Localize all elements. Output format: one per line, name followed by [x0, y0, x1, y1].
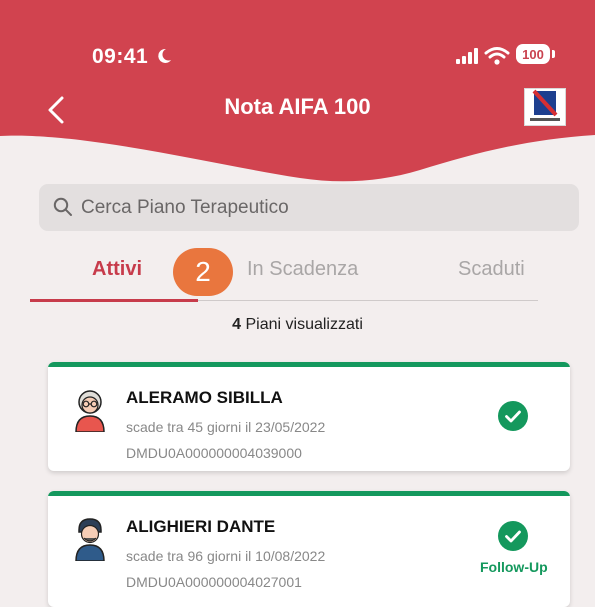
region-crest-icon [530, 89, 560, 121]
battery-indicator: 100 [516, 44, 550, 64]
tab-scaduti[interactable]: Scaduti [458, 258, 525, 281]
search-input[interactable] [81, 184, 561, 231]
plan-code: DMDU0A000000004027001 [126, 574, 302, 590]
tab-in-scadenza[interactable]: In Scadenza [247, 258, 358, 281]
plan-card[interactable]: ALERAMO SIBILLA scade tra 45 giorni il 2… [48, 362, 570, 471]
battery-nub [552, 50, 555, 58]
step-badge: 2 [173, 248, 233, 296]
plan-card[interactable]: ALIGHIERI DANTE scade tra 96 giorni il 1… [48, 491, 570, 607]
region-logo [524, 88, 566, 126]
check-icon [498, 521, 528, 551]
card-status-bar [48, 491, 570, 496]
tab-attivi[interactable]: Attivi [92, 258, 142, 281]
elderly-woman-avatar-icon [75, 390, 105, 432]
check-icon [498, 401, 528, 431]
search-icon [53, 197, 72, 216]
patient-name: ALERAMO SIBILLA [126, 388, 283, 407]
tab-active-indicator [30, 299, 198, 302]
plan-expiry: scade tra 45 giorni il 23/05/2022 [126, 419, 326, 435]
header: 09:41 100 Nota AIFA 100 [0, 0, 595, 190]
plans-count: 4 [232, 316, 242, 333]
follow-up-tag: Follow-Up [480, 559, 548, 575]
signal-icon [456, 48, 478, 64]
plans-summary: 4 Piani visualizzati [0, 316, 595, 334]
search-bar[interactable] [39, 184, 579, 231]
plan-expiry: scade tra 96 giorni il 10/08/2022 [126, 548, 326, 564]
wifi-icon [484, 47, 510, 65]
plan-code: DMDU0A000000004039000 [126, 445, 302, 461]
app-screen: 09:41 100 Nota AIFA 100 Cerca Piano Tera… [0, 0, 595, 607]
plans-summary-label: Piani visualizzati [245, 316, 363, 333]
moon-icon [158, 48, 171, 63]
man-avatar-icon [75, 518, 105, 561]
page-title: Nota AIFA 100 [224, 94, 371, 119]
patient-name: ALIGHIERI DANTE [126, 517, 276, 536]
status-time: 09:41 [92, 45, 149, 68]
card-status-bar [48, 362, 570, 367]
